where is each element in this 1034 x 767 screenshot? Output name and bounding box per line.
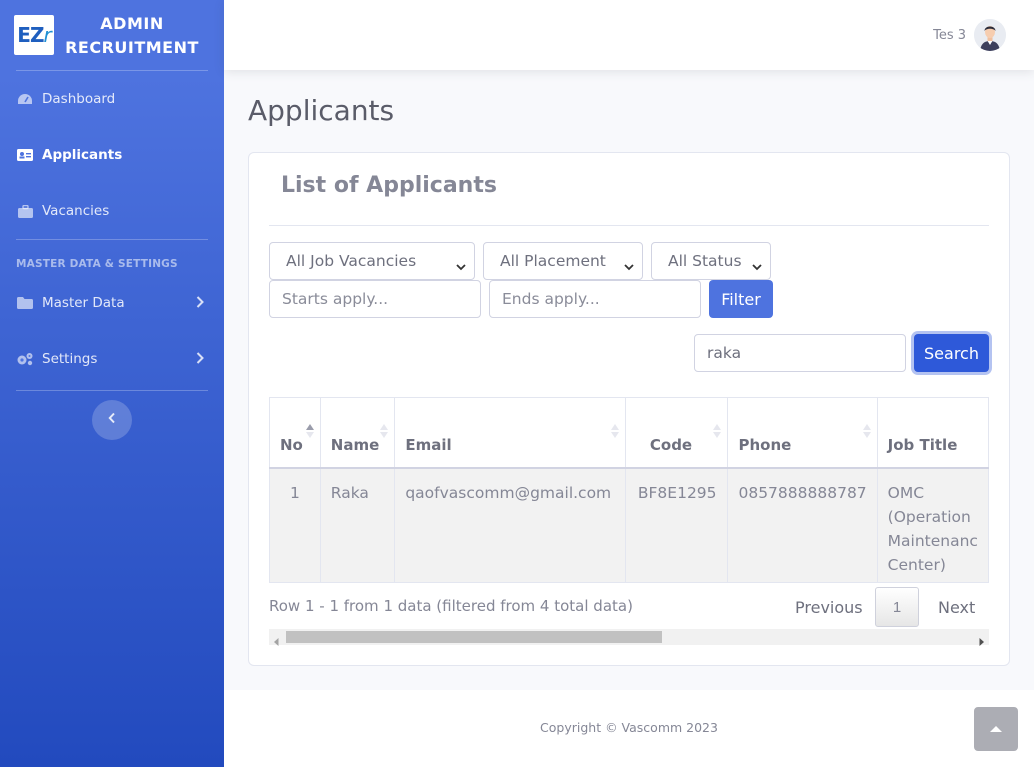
sidebar-item-label: Applicants [42, 147, 123, 163]
sort-icon [862, 424, 871, 442]
applicants-table: No Name Email Code Phone Job Title 1 Rak… [269, 397, 989, 583]
column-header-label: Name [330, 436, 380, 454]
sort-icon [380, 424, 389, 442]
table-row[interactable]: 1 Raka qaofvascomm@gmail.com BF8E1295 08… [269, 467, 989, 583]
cell-job-title: OMC (Operation Maintenanc Center) [876, 467, 989, 583]
search-input-value: raka [707, 344, 742, 362]
footer: Copyright © Vascomm 2023 [224, 690, 1034, 767]
brand-title-line1: ADMIN [100, 14, 164, 33]
sidebar-item-label: Settings [42, 351, 98, 367]
brand-logo: EZr [14, 15, 54, 55]
brand-title: ADMIN RECRUITMENT [62, 12, 202, 60]
job-title-line: Center) [887, 555, 946, 574]
cell-code: BF8E1295 [624, 467, 729, 583]
column-header-label: Email [405, 436, 452, 454]
logo-text-italic: r [43, 23, 51, 47]
sidebar-divider [16, 390, 208, 391]
sidebar-heading: MASTER DATA & SETTINGS [16, 258, 178, 270]
sidebar-toggle-button[interactable] [92, 400, 132, 440]
chevron-right-icon [196, 352, 204, 368]
cogs-icon [16, 352, 34, 366]
column-header-phone[interactable]: Phone [727, 397, 878, 469]
column-header-label: Code [649, 436, 693, 454]
chevron-down-icon [752, 257, 762, 275]
tachometer-icon [16, 92, 34, 106]
column-header-code[interactable]: Code [624, 397, 729, 469]
sidebar-item-label: Vacancies [42, 203, 110, 219]
logo-text: EZ [17, 23, 44, 47]
sidebar-item-label: Dashboard [42, 91, 116, 107]
chevron-down-icon [456, 257, 466, 275]
topbar: Tes 3 [224, 0, 1034, 70]
footer-copyright: Copyright © Vascomm 2023 [540, 720, 718, 735]
horizontal-scrollbar[interactable] [269, 629, 989, 646]
pagination-page-current[interactable]: 1 [875, 587, 919, 627]
scrollbar-thumb[interactable] [286, 631, 662, 643]
column-header-job-title[interactable]: Job Title [876, 397, 989, 469]
status-select-value: All Status [668, 252, 742, 270]
sidebar-brand[interactable]: EZr ADMIN RECRUITMENT [0, 0, 224, 70]
placement-select[interactable]: All Placement [483, 242, 643, 280]
avatar [974, 19, 1006, 51]
ends-apply-input[interactable]: Ends apply... [489, 280, 701, 318]
chevron-right-icon [196, 296, 204, 312]
sort-icon [610, 424, 619, 442]
cell-name: Raka [319, 467, 396, 583]
page-title: Applicants [248, 94, 395, 127]
cell-no: 1 [269, 467, 321, 583]
column-header-no[interactable]: No [269, 397, 321, 469]
column-header-name[interactable]: Name [319, 397, 396, 469]
sidebar-item-vacancies[interactable]: Vacancies [0, 183, 224, 239]
job-title-line: (Operation [887, 507, 971, 526]
search-button[interactable]: Search [914, 334, 989, 372]
column-header-label: No [280, 436, 303, 454]
job-title-line: Maintenanc [887, 531, 978, 550]
filter-button[interactable]: Filter [709, 280, 773, 318]
starts-apply-placeholder: Starts apply... [282, 290, 389, 308]
scroll-right-icon[interactable] [979, 633, 984, 651]
applicants-card: List of Applicants All Job Vacancies All… [248, 152, 1010, 666]
sidebar: EZr ADMIN RECRUITMENT Dashboard Applican… [0, 0, 224, 767]
briefcase-icon [16, 204, 34, 218]
scroll-to-top-button[interactable] [974, 707, 1018, 751]
table-info: Row 1 - 1 from 1 data (filtered from 4 t… [269, 597, 633, 615]
user-name: Tes 3 [933, 27, 966, 43]
applicants-table-wrapper: No Name Email Code Phone Job Title 1 Rak… [269, 397, 989, 583]
job-vacancy-select[interactable]: All Job Vacancies [269, 242, 475, 280]
sidebar-item-label: Master Data [42, 295, 125, 311]
job-vacancy-select-value: All Job Vacancies [286, 252, 417, 270]
user-dropdown[interactable]: Tes 3 [933, 19, 1006, 51]
status-select[interactable]: All Status [651, 242, 771, 280]
sort-asc-icon [305, 424, 314, 442]
sidebar-item-dashboard[interactable]: Dashboard [0, 71, 224, 127]
column-header-label: Job Title [887, 436, 958, 454]
sort-icon [713, 424, 722, 442]
pagination-next[interactable]: Next [938, 587, 975, 627]
card-divider [269, 225, 989, 226]
sidebar-item-applicants[interactable]: Applicants [0, 127, 224, 183]
brand-title-line2: RECRUITMENT [65, 38, 199, 57]
cell-email: qaofvascomm@gmail.com [394, 467, 626, 583]
column-header-label: Phone [738, 436, 792, 454]
id-card-icon [16, 148, 34, 162]
job-title-line: OMC [887, 483, 925, 502]
folder-icon [16, 296, 34, 310]
search-input[interactable]: raka [694, 334, 906, 372]
ends-apply-placeholder: Ends apply... [502, 290, 600, 308]
chevron-left-icon [108, 411, 116, 429]
column-header-email[interactable]: Email [394, 397, 626, 469]
chevron-down-icon [624, 257, 634, 275]
pagination-previous[interactable]: Previous [795, 587, 863, 627]
sidebar-item-master-data[interactable]: Master Data [0, 278, 224, 328]
chevron-up-icon [990, 720, 1002, 738]
cell-phone: 0857888888787 [727, 467, 878, 583]
scroll-left-icon[interactable] [274, 633, 279, 651]
placement-select-value: All Placement [500, 252, 606, 270]
sidebar-item-settings[interactable]: Settings [0, 328, 224, 390]
starts-apply-input[interactable]: Starts apply... [269, 280, 481, 318]
card-title: List of Applicants [281, 173, 497, 198]
